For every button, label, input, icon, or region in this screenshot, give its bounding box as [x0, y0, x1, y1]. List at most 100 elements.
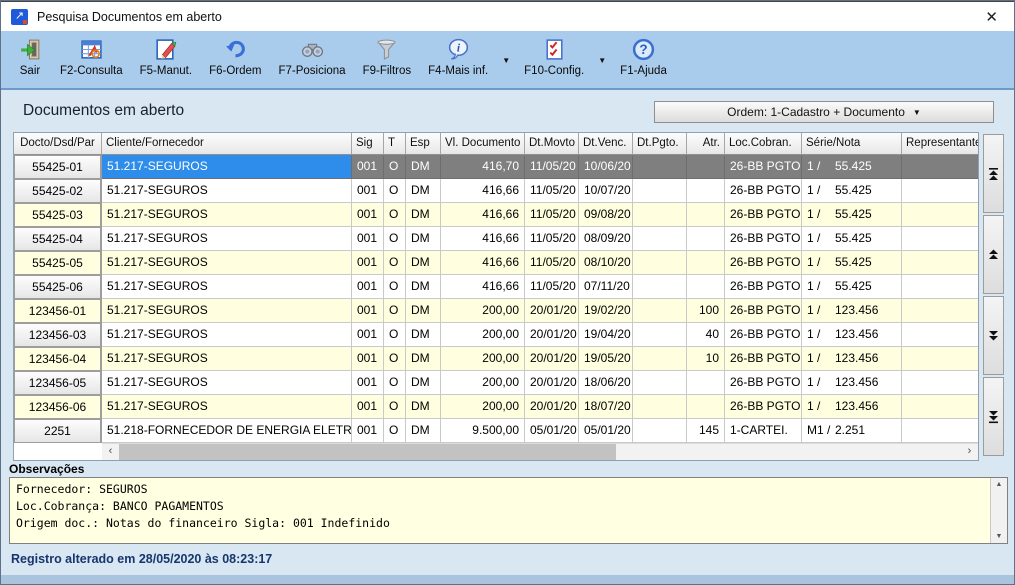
table-cell: [687, 227, 725, 251]
column-header[interactable]: Cliente/Fornecedor: [102, 133, 352, 155]
go-first-button[interactable]: [983, 134, 1004, 213]
row-header-button[interactable]: 123456-05: [14, 371, 102, 395]
table-cell: 26-BB PGTO: [725, 299, 802, 323]
f4-mais-inf-button[interactable]: i F4-Mais inf.: [428, 36, 488, 77]
f1-ajuda-button[interactable]: ? F1-Ajuda: [620, 36, 667, 77]
table-cell: [902, 179, 978, 203]
order-dropdown-label: Ordem: 1-Cadastro + Documento: [727, 105, 905, 119]
column-header[interactable]: T: [384, 133, 406, 155]
table-cell: 200,00: [441, 371, 525, 395]
column-header[interactable]: Dt.Venc.: [579, 133, 633, 155]
table-cell: 200,00: [441, 347, 525, 371]
horizontal-scrollbar[interactable]: ‹ ›: [102, 443, 978, 460]
table-row[interactable]: 123456-0451.217-SEGUROS001ODM200,0020/01…: [14, 347, 978, 371]
page-up-button[interactable]: [983, 215, 1004, 294]
row-header-button[interactable]: 55425-03: [14, 203, 102, 227]
row-header-button[interactable]: 2251: [14, 419, 102, 443]
row-header-button[interactable]: 55425-02: [14, 179, 102, 203]
table-cell: [902, 371, 978, 395]
row-header-button[interactable]: 55425-01: [14, 155, 102, 179]
table-cell: O: [384, 395, 406, 419]
scroll-left-arrow[interactable]: ‹: [102, 444, 119, 460]
f2-consulta-button[interactable]: F2-Consulta: [60, 36, 123, 77]
row-header-button[interactable]: 123456-06: [14, 395, 102, 419]
last-record-icon: [987, 410, 1000, 424]
row-header-button[interactable]: 55425-06: [14, 275, 102, 299]
toolbar-label: F1-Ajuda: [620, 65, 667, 77]
table-cell: 416,66: [441, 275, 525, 299]
row-header-button[interactable]: 55425-04: [14, 227, 102, 251]
serie-nota-cell: 1 /123.456: [802, 395, 902, 419]
column-header[interactable]: Sig: [352, 133, 384, 155]
table-row[interactable]: 55425-0351.217-SEGUROS001ODM416,6611/05/…: [14, 203, 978, 227]
chevron-down-icon: ▼: [913, 108, 921, 117]
table-cell: [633, 371, 687, 395]
table-cell: 001: [352, 155, 384, 179]
column-header[interactable]: Loc.Cobran.: [725, 133, 802, 155]
table-cell: 20/01/20: [525, 299, 579, 323]
column-header[interactable]: Dt.Movto: [525, 133, 579, 155]
toolbar: Sair F2-Consulta: [1, 31, 1014, 90]
serie-nota-cell: 1 /55.425: [802, 275, 902, 299]
go-last-button[interactable]: [983, 377, 1004, 456]
table-row[interactable]: 123456-0351.217-SEGUROS001ODM200,0020/01…: [14, 323, 978, 347]
scroll-up-arrow[interactable]: ▲: [996, 478, 1003, 491]
f9-filtros-button[interactable]: F9-Filtros: [363, 36, 412, 77]
table-cell: 51.217-SEGUROS: [102, 251, 352, 275]
mais-inf-dropdown-arrow[interactable]: ▼: [502, 56, 510, 65]
scroll-right-arrow[interactable]: ›: [961, 444, 978, 460]
f6-ordem-button[interactable]: F6-Ordem: [209, 36, 261, 77]
exit-button[interactable]: Sair: [17, 36, 43, 77]
row-header-button[interactable]: 123456-04: [14, 347, 102, 371]
row-header-button[interactable]: 55425-05: [14, 251, 102, 275]
table-cell: 200,00: [441, 299, 525, 323]
table-cell: DM: [406, 299, 441, 323]
column-header[interactable]: Esp: [406, 133, 441, 155]
horizontal-scrollbar-thumb[interactable]: [119, 444, 616, 460]
row-header-button[interactable]: 123456-01: [14, 299, 102, 323]
observations-scrollbar[interactable]: ▲ ▼: [990, 478, 1007, 543]
f5-manut-button[interactable]: F5-Manut.: [140, 36, 192, 77]
close-button[interactable]: ✕: [979, 8, 1004, 26]
table-row[interactable]: 55425-0551.217-SEGUROS001ODM416,6611/05/…: [14, 251, 978, 275]
title-bar: ↗ Pesquisa Documentos em aberto ✕: [1, 1, 1014, 31]
table-row[interactable]: 123456-0551.217-SEGUROS001ODM200,0020/01…: [14, 371, 978, 395]
column-header[interactable]: Dt.Pgto.: [633, 133, 687, 155]
config-dropdown-arrow[interactable]: ▼: [598, 56, 606, 65]
page-down-button[interactable]: [983, 296, 1004, 375]
column-header[interactable]: Atr.: [687, 133, 725, 155]
table-cell: O: [384, 299, 406, 323]
table-row[interactable]: 55425-0151.217-SEGUROS001ODM416,7011/05/…: [14, 155, 978, 179]
table-cell: 26-BB PGTO: [725, 155, 802, 179]
table-cell: [687, 155, 725, 179]
table-cell: 26-BB PGTO: [725, 347, 802, 371]
scroll-down-arrow[interactable]: ▼: [996, 530, 1003, 543]
window: ↗ Pesquisa Documentos em aberto ✕ Sair: [0, 0, 1015, 585]
column-header[interactable]: Vl. Documento: [441, 133, 525, 155]
table-row[interactable]: 225151.218-FORNECEDOR DE ENERGIA ELETRIC…: [14, 419, 978, 443]
table-cell: 19/05/20: [579, 347, 633, 371]
table-cell: 51.218-FORNECEDOR DE ENERGIA ELETRICA: [102, 419, 352, 443]
observations-box[interactable]: Fornecedor: SEGUROS Loc.Cobrança: BANCO …: [9, 477, 1008, 544]
column-header[interactable]: Docto/Dsd/Par: [14, 133, 102, 155]
table-cell: 001: [352, 179, 384, 203]
serie-nota-cell: 1 /55.425: [802, 155, 902, 179]
page-title: Documentos em aberto: [23, 102, 184, 120]
column-header[interactable]: Representante: [902, 133, 978, 155]
toolbar-label: F4-Mais inf.: [428, 65, 488, 77]
table-row[interactable]: 123456-0651.217-SEGUROS001ODM200,0020/01…: [14, 395, 978, 419]
table-cell: DM: [406, 347, 441, 371]
table-cell: 416,66: [441, 227, 525, 251]
table-row[interactable]: 55425-0651.217-SEGUROS001ODM416,6611/05/…: [14, 275, 978, 299]
f7-posiciona-button[interactable]: F7-Posiciona: [278, 36, 345, 77]
table-row[interactable]: 123456-0151.217-SEGUROS001ODM200,0020/01…: [14, 299, 978, 323]
table-row[interactable]: 55425-0251.217-SEGUROS001ODM416,6611/05/…: [14, 179, 978, 203]
binoculars-icon: [299, 36, 325, 62]
order-dropdown-button[interactable]: Ordem: 1-Cadastro + Documento ▼: [654, 101, 994, 123]
column-header[interactable]: Série/Nota: [802, 133, 902, 155]
table-cell: [633, 419, 687, 443]
horizontal-scrollbar-track[interactable]: [616, 444, 961, 460]
table-row[interactable]: 55425-0451.217-SEGUROS001ODM416,6611/05/…: [14, 227, 978, 251]
row-header-button[interactable]: 123456-03: [14, 323, 102, 347]
f10-config-button[interactable]: F10-Config.: [524, 36, 584, 77]
